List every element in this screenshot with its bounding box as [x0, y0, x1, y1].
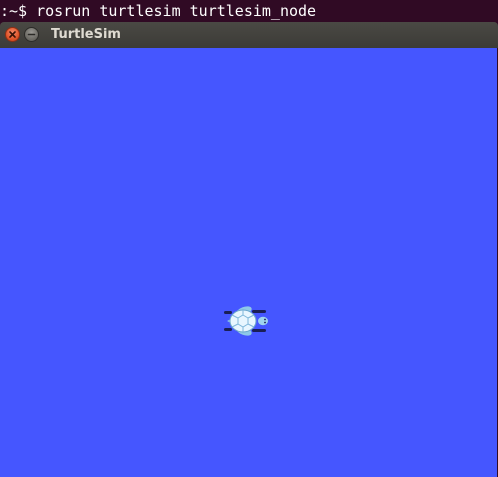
- minimize-icon: [27, 33, 36, 36]
- turtlesim-window: TurtleSim: [0, 22, 498, 477]
- window-titlebar[interactable]: TurtleSim: [0, 22, 498, 48]
- window-title: TurtleSim: [51, 27, 121, 42]
- turtle-icon: [224, 306, 268, 336]
- minimize-button[interactable]: [24, 27, 39, 42]
- terminal-command-line: :~$ rosrun turtlesim turtlesim_node: [0, 0, 498, 22]
- turtle-canvas[interactable]: [0, 48, 497, 477]
- close-button[interactable]: [5, 27, 20, 42]
- close-icon: [9, 31, 16, 38]
